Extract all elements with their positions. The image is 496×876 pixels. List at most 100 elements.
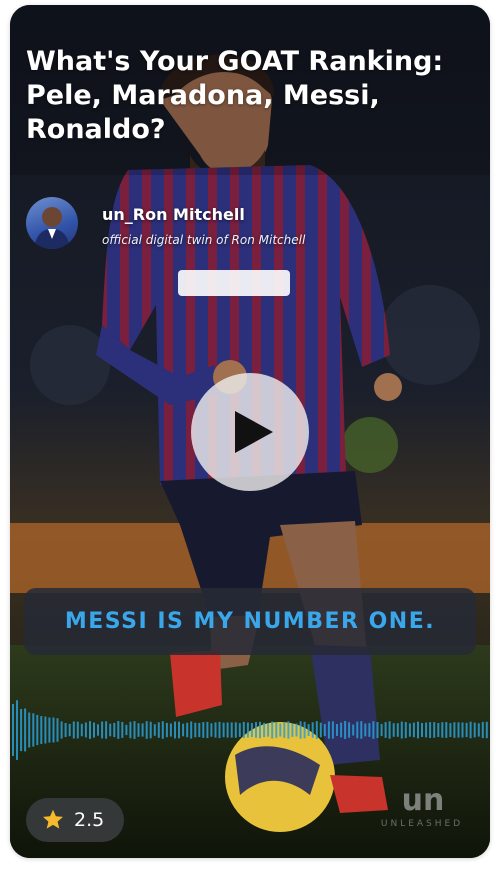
waveform-bar: [295, 723, 298, 737]
waveform-bar: [20, 709, 23, 752]
waveform-bar: [28, 712, 31, 748]
waveform-bar: [327, 721, 330, 739]
waveform-bar: [105, 721, 108, 739]
avatar[interactable]: [26, 197, 78, 249]
waveform-bar: [291, 723, 294, 737]
waveform-bar: [137, 723, 140, 737]
video-title: What's Your GOAT Ranking: Pele, Maradona…: [26, 46, 444, 145]
waveform-bar: [384, 722, 387, 738]
waveform-bar: [68, 723, 71, 737]
video-card[interactable]: What's Your GOAT Ranking: Pele, Maradona…: [10, 5, 490, 858]
waveform-bar: [441, 722, 444, 738]
star-icon: [43, 809, 63, 829]
waveform-bar: [417, 721, 419, 739]
waveform-bar: [48, 717, 51, 743]
waveform-bar: [380, 723, 383, 737]
waveform-bar: [485, 721, 488, 739]
waveform-bar: [40, 716, 43, 744]
waveform-bar: [97, 724, 99, 736]
waveform-bar: [400, 721, 403, 739]
waveform-bar: [421, 723, 423, 737]
waveform-bar: [331, 721, 334, 739]
waveform-bar: [178, 721, 180, 739]
waveform-bar: [64, 723, 67, 737]
waveform-bar: [52, 717, 55, 743]
waveform-bar: [222, 722, 225, 738]
waveform-bar: [157, 722, 160, 738]
waveform-bar: [469, 721, 472, 739]
author-name[interactable]: un_Ron Mitchell: [102, 205, 245, 224]
waveform-bar: [186, 722, 189, 738]
waveform-bar: [433, 722, 436, 738]
waveform-bar: [149, 721, 152, 739]
waveform-bar: [287, 721, 290, 739]
waveform-bar: [214, 722, 217, 738]
waveform-bar: [303, 721, 306, 739]
waveform-bar: [408, 723, 411, 737]
rating-badge[interactable]: 2.5: [26, 798, 124, 842]
waveform-bar: [76, 721, 79, 739]
waveform-bar: [473, 722, 476, 738]
waveform-bar: [60, 721, 63, 739]
waveform-bar: [340, 722, 343, 738]
waveform-bar: [250, 723, 253, 737]
waveform-bar: [437, 723, 440, 737]
waveform-bar: [299, 721, 302, 739]
audio-waveform: [12, 700, 488, 760]
waveform-bar: [141, 723, 144, 737]
waveform-bar: [283, 722, 286, 738]
waveform-bar: [336, 724, 338, 736]
waveform-bar: [113, 722, 116, 738]
waveform-bar: [392, 723, 395, 737]
waveform-bar: [279, 723, 282, 737]
waveform-bar: [169, 723, 172, 737]
waveform-bar: [449, 723, 452, 737]
waveform-bar: [84, 722, 87, 738]
author-info[interactable]: un_Ron Mitchell official digital twin of…: [26, 197, 426, 253]
waveform-bar: [117, 721, 120, 739]
waveform-bar: [356, 721, 359, 739]
play-button[interactable]: [191, 373, 309, 491]
waveform-bar: [194, 722, 197, 738]
waveform-bar: [267, 723, 270, 737]
waveform-bar: [165, 722, 168, 738]
waveform-bar: [376, 722, 379, 738]
waveform-bar: [461, 722, 464, 738]
waveform-bar: [226, 722, 229, 738]
waveform-bar: [89, 721, 91, 739]
waveform-bar: [445, 722, 448, 738]
waveform-bar: [404, 722, 407, 739]
waveform-bar: [323, 724, 326, 737]
waveform-bar: [153, 724, 156, 736]
waveform-bar: [80, 723, 83, 737]
waveform-bar: [161, 721, 164, 739]
waveform-bar: [56, 718, 59, 742]
logo-wordmark: UNLEASHED: [380, 819, 464, 829]
waveform-bar: [352, 724, 355, 736]
waveform-bar: [271, 721, 274, 739]
waveform-bar: [412, 722, 415, 738]
caption-bar: MESSI IS MY NUMBER ONE.: [24, 588, 476, 655]
waveform-bar: [16, 700, 18, 760]
waveform-bar: [315, 721, 318, 739]
waveform-bar: [360, 721, 363, 739]
logo-mark: un: [401, 783, 445, 818]
waveform-bar: [319, 722, 322, 738]
author-tagline: official digital twin of Ron Mitchell: [102, 233, 306, 247]
waveform-bar: [348, 722, 351, 738]
waveform-bar: [125, 724, 128, 736]
waveform-bar: [218, 721, 221, 739]
waveform-bar: [481, 721, 484, 739]
waveform-bar: [12, 704, 14, 756]
waveform-bar: [198, 722, 201, 738]
waveform-bar: [32, 713, 35, 747]
waveform-bar: [182, 723, 185, 737]
waveform-bar: [24, 708, 27, 752]
waveform-bar: [145, 721, 148, 739]
waveform-bar: [307, 724, 310, 736]
waveform-bar: [133, 721, 136, 739]
caption-text: MESSI IS MY NUMBER ONE.: [64, 609, 436, 634]
waveform-bar: [101, 721, 104, 739]
waveform-bar: [121, 722, 124, 738]
waveform-bar: [93, 722, 95, 738]
